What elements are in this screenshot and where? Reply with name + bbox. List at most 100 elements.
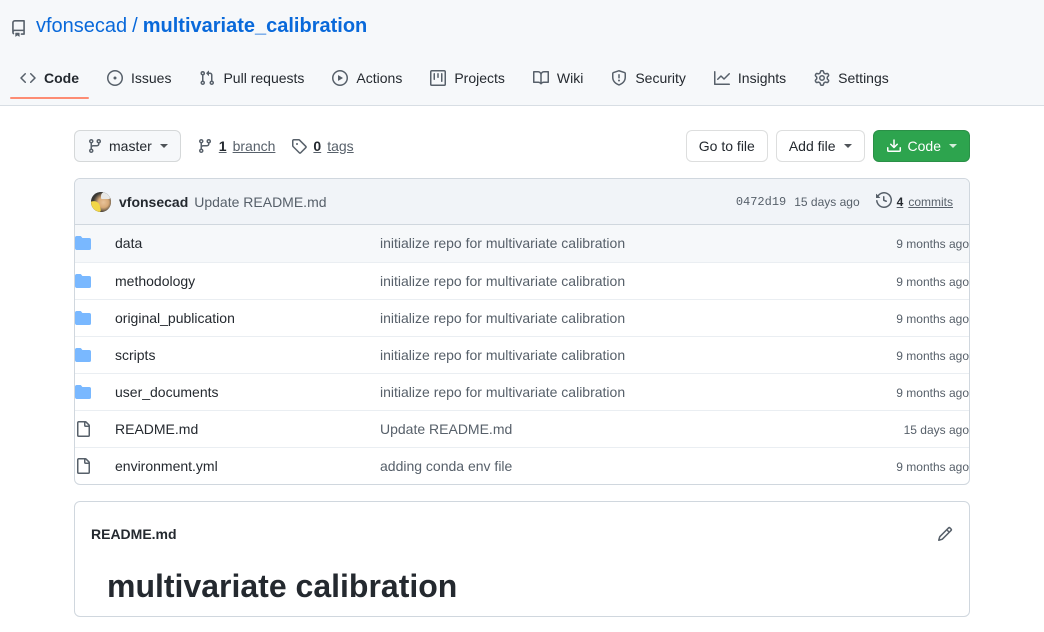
readme-header: README.md [75, 502, 969, 550]
graph-icon [713, 70, 730, 86]
tag-count[interactable]: 0 tags [291, 138, 354, 154]
branch-selector-label: master [109, 138, 152, 154]
breadcrumb: vfonsecad / multivariate_calibration [0, 0, 1044, 39]
file-name-link[interactable]: data [115, 235, 142, 251]
folder-icon [75, 273, 115, 289]
avatar [91, 191, 111, 212]
tab-issues[interactable]: Issues [97, 62, 181, 99]
file-age: 9 months ago [896, 385, 969, 400]
file-name-link[interactable]: scripts [115, 347, 155, 363]
code-icon [20, 70, 36, 86]
file-name-link[interactable]: README.md [115, 421, 198, 437]
tab-pull-requests[interactable]: Pull requests [189, 62, 314, 99]
tab-settings[interactable]: Settings [804, 62, 899, 99]
tab-code[interactable]: Code [10, 62, 89, 99]
commits-count-value: 4 [896, 194, 904, 209]
file-age: 15 days ago [903, 422, 969, 437]
readme-title: README.md [91, 526, 177, 542]
branch-count-label: branch [232, 138, 276, 154]
git-branch-icon [197, 138, 213, 154]
repo-owner-link[interactable]: vfonsecad [36, 14, 127, 39]
table-row[interactable]: user_documents initialize repo for multi… [75, 373, 969, 410]
commits-count-label: commits [908, 194, 953, 209]
readme-box: README.md multivariate calibration [74, 501, 970, 617]
tab-actions-label: Actions [356, 70, 403, 86]
file-listing-box: vfonsecad Update README.md 0472d19 15 da… [74, 178, 970, 485]
tab-wiki-label: Wiki [556, 70, 584, 86]
readme-heading: multivariate calibration [107, 568, 458, 604]
tag-count-label: tags [327, 138, 354, 154]
git-pull-request-icon [199, 70, 215, 86]
file-commit-message[interactable]: initialize repo for multivariate calibra… [380, 273, 625, 289]
branch-count-value: 1 [218, 138, 227, 154]
commit-meta: 0472d19 15 days ago 4 commits [736, 191, 953, 211]
tag-icon [291, 138, 308, 154]
book-icon [532, 70, 549, 86]
commit-message-link[interactable]: Update README.md [194, 194, 326, 210]
table-row[interactable]: scripts initialize repo for multivariate… [75, 336, 969, 373]
file-age: 9 months ago [896, 274, 969, 289]
folder-icon [75, 347, 115, 363]
repo-name-link[interactable]: multivariate_calibration [143, 14, 368, 39]
shield-icon [611, 70, 627, 86]
commit-sha[interactable]: 0472d19 [736, 195, 786, 209]
tab-security-label: Security [635, 70, 686, 86]
file-age: 9 months ago [896, 237, 969, 252]
table-row[interactable]: README.md Update README.md 15 days ago [75, 410, 969, 447]
file-commit-message[interactable]: initialize repo for multivariate calibra… [380, 384, 625, 400]
file-age: 9 months ago [896, 311, 969, 326]
latest-commit-bar: vfonsecad Update README.md 0472d19 15 da… [75, 179, 969, 225]
commit-author-link[interactable]: vfonsecad [119, 194, 188, 210]
add-file-button[interactable]: Add file [775, 130, 865, 162]
file-table-body: data initialize repo for multivariate ca… [75, 225, 969, 484]
table-row[interactable]: environment.yml adding conda env file 9 … [75, 447, 969, 484]
file-icon [75, 420, 115, 437]
tab-pull-requests-label: Pull requests [223, 70, 305, 86]
tab-wiki[interactable]: Wiki [523, 62, 593, 99]
table-row[interactable]: original_publication initialize repo for… [75, 299, 969, 336]
folder-icon [75, 310, 115, 326]
table-row[interactable]: methodology initialize repo for multivar… [75, 262, 969, 299]
add-file-label: Add file [788, 138, 836, 154]
commit-history-link[interactable]: 4 commits [875, 191, 953, 211]
tab-issues-label: Issues [131, 70, 172, 86]
file-name-link[interactable]: user_documents [115, 384, 219, 400]
tab-projects-label: Projects [454, 70, 505, 86]
tab-projects[interactable]: Projects [420, 62, 515, 99]
breadcrumb-separator: / [132, 15, 138, 37]
file-icon [75, 457, 115, 474]
git-branch-icon [87, 138, 103, 154]
file-age: 9 months ago [896, 348, 969, 363]
main-content: master 1 branch 0 tags Go to file Add fi… [74, 106, 970, 617]
chevron-down-icon [843, 144, 852, 148]
tab-insights[interactable]: Insights [704, 62, 796, 99]
branch-count[interactable]: 1 branch [197, 138, 276, 154]
file-commit-message[interactable]: initialize repo for multivariate calibra… [380, 235, 625, 251]
tab-actions[interactable]: Actions [322, 62, 412, 99]
issue-opened-icon [107, 70, 123, 86]
commit-date: 15 days ago [794, 194, 860, 209]
table-row[interactable]: data initialize repo for multivariate ca… [75, 225, 969, 262]
file-table: data initialize repo for multivariate ca… [75, 225, 969, 484]
tab-insights-label: Insights [737, 70, 787, 86]
file-commit-message[interactable]: initialize repo for multivariate calibra… [380, 347, 625, 363]
file-commit-message[interactable]: adding conda env file [380, 458, 512, 474]
file-commit-message[interactable]: Update README.md [380, 421, 512, 437]
go-to-file-button[interactable]: Go to file [685, 130, 768, 162]
tab-security[interactable]: Security [601, 62, 696, 99]
play-icon [332, 70, 349, 86]
chevron-down-icon [949, 144, 957, 148]
repo-action-buttons: Go to file Add file Code [685, 130, 970, 162]
gear-icon [814, 70, 830, 86]
repo-icon [10, 19, 27, 37]
tag-count-value: 0 [313, 138, 322, 154]
file-name-link[interactable]: original_publication [115, 310, 235, 326]
pencil-icon[interactable] [937, 526, 953, 542]
file-name-link[interactable]: environment.yml [115, 458, 218, 474]
file-commit-message[interactable]: initialize repo for multivariate calibra… [380, 310, 625, 326]
code-download-button[interactable]: Code [872, 130, 970, 162]
branch-selector-button[interactable]: master [74, 130, 181, 162]
file-name-link[interactable]: methodology [115, 273, 195, 289]
file-navigation-bar: master 1 branch 0 tags Go to file Add fi… [74, 130, 970, 162]
folder-icon [75, 384, 115, 400]
